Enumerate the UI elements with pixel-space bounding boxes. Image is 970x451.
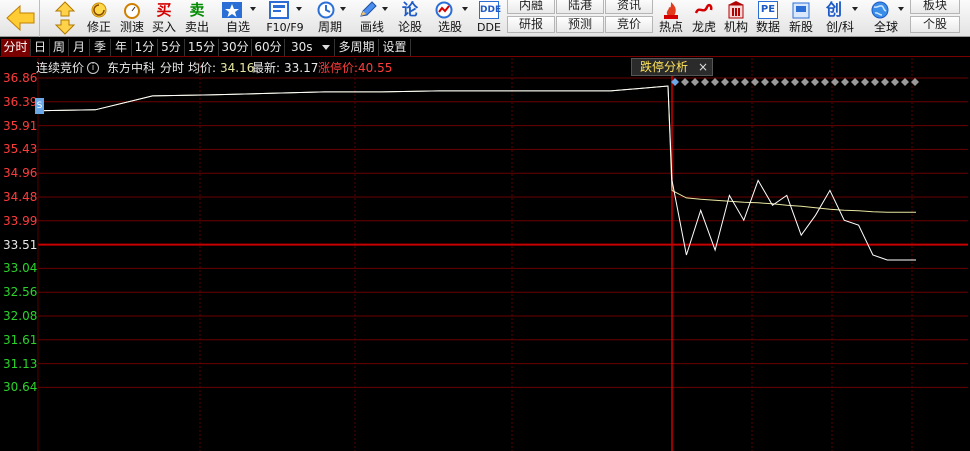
stock-name: 东方中科 <box>107 61 156 75</box>
y-tick-label: 30.64 <box>3 380 38 395</box>
event-marker <box>841 78 849 86</box>
price-marker-tag: S <box>35 98 44 114</box>
event-marker <box>721 78 729 86</box>
y-tick-label: 36.39 <box>3 94 38 109</box>
event-marker <box>871 78 879 86</box>
y-tick-label: 34.96 <box>3 166 38 181</box>
y-tick-label: 32.08 <box>3 309 38 323</box>
limit-down-analysis-popup[interactable]: 跌停分析 × <box>631 58 713 76</box>
event-marker <box>901 78 909 86</box>
event-marker <box>761 78 769 86</box>
event-marker <box>861 78 869 86</box>
event-marker <box>881 78 889 86</box>
last-price-value: 33.17 <box>284 61 319 75</box>
chart-mode: 分时 <box>160 61 185 75</box>
event-markers <box>671 78 919 86</box>
y-tick-label: 32.56 <box>3 285 38 300</box>
event-marker <box>711 78 719 86</box>
y-tick-label: 36.86 <box>3 71 38 85</box>
auction-status: 连续竞价 <box>36 61 85 75</box>
chart-grid <box>37 58 968 451</box>
event-marker <box>811 78 819 86</box>
last-price-label: 最新: <box>252 61 281 75</box>
avg-price-value: 34.16 <box>220 61 255 75</box>
event-marker <box>781 78 789 86</box>
limit-up-value: 40.55 <box>358 61 393 75</box>
event-marker <box>691 78 699 86</box>
event-marker <box>681 78 689 86</box>
event-marker <box>801 78 809 86</box>
y-tick-label: 33.04 <box>3 261 38 276</box>
y-tick-label: 35.91 <box>3 118 38 133</box>
close-icon[interactable]: × <box>698 59 708 75</box>
event-marker <box>701 78 709 86</box>
event-marker <box>731 78 739 86</box>
y-tick-label: 34.48 <box>3 190 38 204</box>
y-tick-label: 31.13 <box>3 356 38 371</box>
y-tick-label: 35.43 <box>3 142 38 157</box>
y-tick-label: 31.61 <box>3 332 38 347</box>
event-marker <box>771 78 779 86</box>
event-marker <box>821 78 829 86</box>
event-marker <box>791 78 799 86</box>
avg-price-label: 均价: <box>188 61 217 75</box>
info-icon[interactable]: i <box>87 62 99 74</box>
limit-up-label: 涨停价: <box>318 61 359 75</box>
y-tick-label: 33.99 <box>3 213 38 228</box>
limit-down-analysis-label: 跌停分析 <box>640 60 689 74</box>
event-marker <box>891 78 899 86</box>
event-marker <box>741 78 749 86</box>
event-marker <box>851 78 859 86</box>
y-tick-label: 33.51 <box>3 237 38 252</box>
